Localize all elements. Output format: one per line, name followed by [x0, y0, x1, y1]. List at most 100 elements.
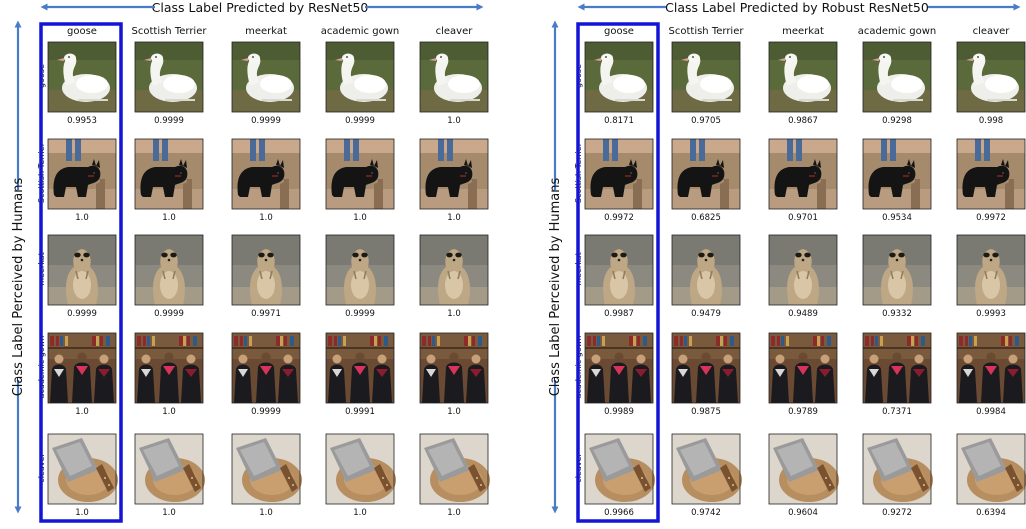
image-cell: 0.7371 — [862, 332, 932, 417]
column-header: Scottish Terrier — [132, 26, 208, 37]
gown-image — [232, 333, 300, 403]
confidence-score: 0.9742 — [691, 508, 721, 518]
confidence-score: 0.9999 — [154, 309, 184, 319]
column-header: meerkat — [245, 26, 287, 37]
confidence-score: 0.6394 — [976, 508, 1006, 518]
column-header: goose — [67, 26, 97, 37]
terrier-image — [769, 139, 837, 209]
panel-2: Class Label Predicted by Robust ResNet50… — [548, 0, 1026, 523]
confidence-score: 1.0 — [447, 407, 461, 417]
column-header: goose — [604, 26, 634, 37]
goose-image — [419, 41, 489, 113]
confidence-score: 1.0 — [259, 508, 273, 518]
panels-group: Class Label Predicted by ResNet50 Class L… — [11, 0, 1026, 523]
image-cell: 0.9867 — [768, 41, 838, 126]
image-cell: 1.0 — [419, 332, 489, 417]
image-cell: 0.9999 — [47, 234, 117, 319]
image-cell: 0.9993 — [956, 234, 1026, 319]
confidence-score: 0.9971 — [251, 309, 281, 319]
gown-image — [672, 333, 740, 403]
terrier-image — [135, 139, 203, 209]
meerkat-image — [231, 234, 301, 306]
confidence-score: 0.9989 — [604, 407, 634, 417]
confidence-score: 0.9999 — [67, 309, 97, 319]
confidence-score: 0.9999 — [251, 116, 281, 126]
confidence-score: 0.9479 — [691, 309, 721, 319]
meerkat-image — [584, 234, 654, 306]
column-header: academic gown — [858, 26, 936, 37]
meerkat-image — [419, 234, 489, 306]
meerkat-image — [862, 234, 932, 306]
terrier-image — [863, 139, 931, 209]
confidence-score: 0.998 — [979, 116, 1003, 126]
confidence-score: 1.0 — [447, 116, 461, 126]
image-cell: 0.9789 — [768, 332, 838, 417]
column-header: academic gown — [321, 26, 399, 37]
confidence-score: 0.9999 — [251, 407, 281, 417]
confidence-score: 1.0 — [162, 508, 176, 518]
image-cell: 0.9999 — [231, 41, 301, 126]
confidence-score: 0.9534 — [882, 213, 912, 223]
confidence-score: 0.9875 — [691, 407, 721, 417]
image-cell: 0.9984 — [956, 332, 1026, 417]
confidence-score: 0.9953 — [67, 116, 97, 126]
image-cell: 1.0 — [231, 138, 301, 223]
confidence-score: 1.0 — [162, 213, 176, 223]
cleaver-image — [585, 434, 655, 504]
image-cell: 1.0 — [419, 138, 489, 223]
cleaver-image — [232, 434, 302, 504]
goose-image — [325, 41, 395, 113]
confidence-score: 0.9705 — [691, 116, 721, 126]
confidence-score: 0.9489 — [788, 309, 818, 319]
cleaver-image — [135, 434, 205, 504]
confidence-score: 0.9298 — [882, 116, 912, 126]
cleaver-image — [48, 434, 118, 504]
column-header: Scottish Terrier — [669, 26, 745, 37]
confidence-score: 1.0 — [259, 213, 273, 223]
confidence-score: 0.9984 — [976, 407, 1006, 417]
image-cell: 1.0 — [419, 234, 489, 319]
confidence-score: 0.9272 — [882, 508, 912, 518]
confidence-score: 0.6825 — [691, 213, 721, 223]
image-cell: 0.8171 — [584, 41, 654, 126]
image-cell: 1.0 — [419, 41, 489, 126]
gown-image — [326, 333, 394, 403]
confidence-score: 1.0 — [447, 508, 461, 518]
panel-title: Class Label Predicted by Robust ResNet50 — [665, 0, 929, 15]
confidence-score: 0.9987 — [604, 309, 634, 319]
confidence-score: 0.9991 — [345, 407, 375, 417]
image-cell: 0.6394 — [956, 433, 1026, 518]
row-axis-title: Class Label Perceived by Humans — [548, 178, 563, 397]
goose-image — [231, 41, 301, 113]
goose-image — [768, 41, 838, 113]
image-cell: 0.9999 — [325, 234, 395, 319]
cleaver-image — [420, 434, 490, 504]
confidence-score: 0.9999 — [345, 309, 375, 319]
confidence-score: 1.0 — [162, 407, 176, 417]
image-cell: 0.9953 — [47, 41, 117, 126]
image-cell: 0.9999 — [134, 41, 204, 126]
gown-image — [420, 333, 488, 403]
panel-title: Class Label Predicted by ResNet50 — [152, 0, 369, 15]
confidence-score: 1.0 — [447, 213, 461, 223]
confidence-score: 0.9867 — [788, 116, 818, 126]
image-cell: 1.0 — [325, 138, 395, 223]
meerkat-image — [956, 234, 1026, 306]
image-cell: 0.9991 — [325, 332, 395, 417]
image-cell: 1.0 — [134, 138, 204, 223]
image-cell: 0.9999 — [325, 41, 395, 126]
image-cell: 1.0 — [47, 433, 118, 518]
image-cell: 0.6825 — [671, 138, 741, 223]
confidence-score: 1.0 — [353, 213, 367, 223]
cleaver-image — [769, 434, 839, 504]
gown-image — [48, 333, 116, 403]
image-cell: 0.9987 — [584, 234, 654, 319]
goose-image — [584, 41, 654, 113]
image-cell: 0.998 — [956, 41, 1026, 126]
cleaver-image — [326, 434, 396, 504]
image-cell: 0.9705 — [671, 41, 741, 126]
cleaver-image — [957, 434, 1026, 504]
goose-image — [134, 41, 204, 113]
figure-canvas: Class Label Predicted by ResNet50 Class L… — [11, 0, 1026, 523]
meerkat-image — [325, 234, 395, 306]
